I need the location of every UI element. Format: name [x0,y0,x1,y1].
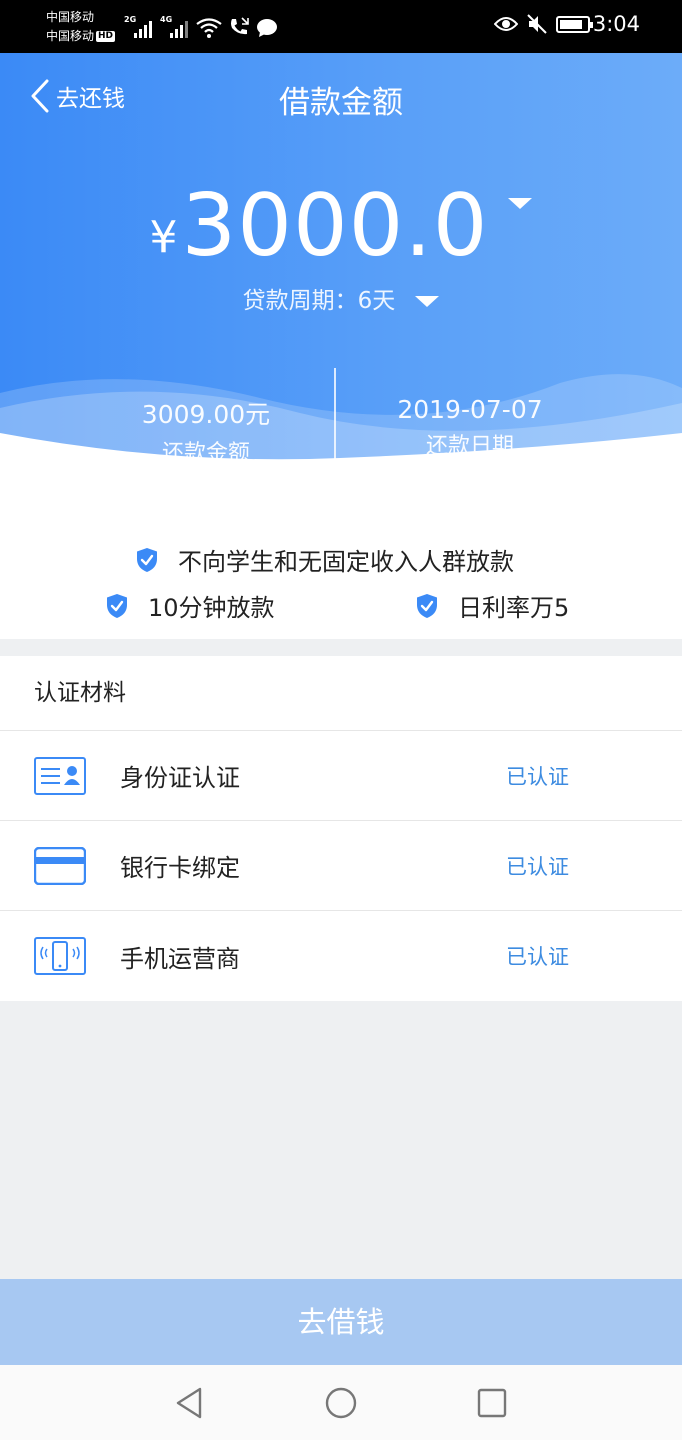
loan-header: 去还钱 借款金额 ¥ 3000.0 贷款周期：6天 3009.00元 还款金额 … [0,53,682,468]
battery-fill [560,19,582,29]
repay-amount-value: 3009.00元 [141,400,271,429]
cert-status-badge: 已认证 [506,854,569,879]
amount-selector[interactable]: ¥ 3000.0 [0,181,682,271]
cert-item-label: 银行卡绑定 [120,854,240,882]
feature-list: 不向学生和无固定收入人群放款 10分钟放款 日利率万5 [0,468,682,639]
certification-title: 认证材料 [0,656,682,731]
id-card-icon [34,756,86,795]
feature-text: 日利率万5 [458,594,570,622]
currency-symbol: ¥ [149,212,178,263]
feature-item: 10分钟放款 [106,588,275,623]
period-selector[interactable]: 贷款周期：6天 [0,281,682,315]
eye-comfort-icon [494,17,518,31]
feature-text: 10分钟放款 [148,594,275,622]
cert-item-label: 手机运营商 [120,944,240,973]
hd-badge: HD [96,31,116,42]
period-dropdown-icon[interactable] [415,296,440,307]
repay-date-block: 2019-07-07 还款日期 [320,395,620,460]
shield-check-icon [417,593,437,618]
repay-amount-label: 还款金额 [161,441,250,466]
status-bar: 中国移动 中国移动 HD 2G 4G 3:04 [0,0,682,53]
nav-home-icon[interactable] [321,1383,361,1423]
cert-status-badge: 已认证 [506,764,569,789]
loan-period: 贷款周期：6天 [242,288,396,314]
battery-icon [556,15,593,33]
shield-check-icon [137,547,157,572]
status-icons-right [494,13,593,35]
carrier-info: 中国移动 中国移动 HD [46,8,116,46]
bank-card-icon [34,846,86,885]
cert-item-bank-card[interactable]: 银行卡绑定 已认证 [0,821,682,911]
phone-carrier-icon [34,937,86,975]
feature-text: 不向学生和无固定收入人群放款 [178,548,514,576]
net-2g-label: 2G [124,15,137,24]
shield-check-icon [107,593,127,618]
nav-recents-icon[interactable] [472,1383,512,1423]
cert-item-label: 身份证认证 [120,764,240,792]
borrow-button[interactable]: 去借钱 [0,1279,682,1365]
feature-item: 日利率万5 [416,588,569,623]
wifi-call-icon [231,17,249,35]
mute-icon [527,14,547,34]
signal-2g-icon: 2G [124,16,154,38]
certification-section: 认证材料 身份证认证 已认证 银行卡绑定 已认证 手机运营商 已认证 [0,656,682,1001]
cert-item-phone-carrier[interactable]: 手机运营商 已认证 [0,911,682,1001]
carrier-1: 中国移动 [46,10,95,24]
signal-4g-icon: 4G [160,16,190,38]
feature-item: 不向学生和无固定收入人群放款 [136,542,514,577]
message-icon [257,19,277,37]
nav-back-icon[interactable] [170,1383,210,1423]
repay-date-label: 还款日期 [425,434,514,459]
system-nav-bar [0,1365,682,1440]
clock: 3:04 [592,12,640,36]
amount-dropdown-icon[interactable] [508,198,533,209]
repay-amount-block: 3009.00元 还款金额 [56,395,356,467]
cert-status-badge: 已认证 [506,945,569,969]
net-4g-label: 4G [160,15,173,24]
status-icons-left: 2G 4G [124,14,278,38]
wifi-icon [196,18,222,38]
page-title: 借款金额 [279,85,403,121]
loan-amount: 3000.0 [181,176,489,276]
cert-item-id-card[interactable]: 身份证认证 已认证 [0,731,682,821]
repay-date-value: 2019-07-07 [397,395,543,424]
carrier-2: 中国移动 [46,29,95,43]
